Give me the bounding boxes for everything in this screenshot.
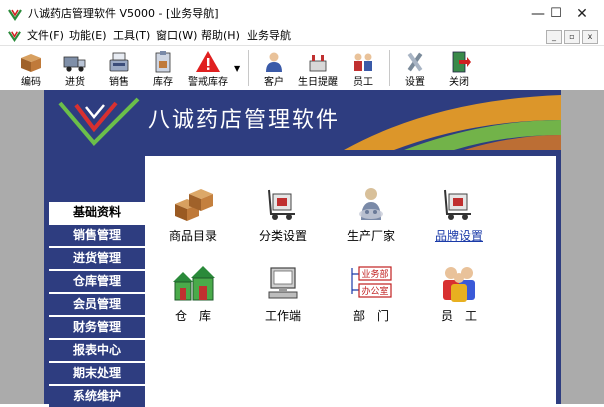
feature-product-catalog[interactable]: 商品目录 bbox=[147, 184, 239, 243]
menu-window[interactable]: 窗口(W) bbox=[156, 28, 197, 43]
warning-icon bbox=[196, 51, 220, 72]
truck-icon bbox=[63, 56, 86, 72]
navigation-panel: 基础资料 销售管理 进货管理 仓库管理 会员管理 财务管理 报表中心 期末处理 … bbox=[44, 150, 561, 407]
mdi-workspace: 八诚药店管理软件 基础资料 销售管理 进货管理 仓库管理 会员管理 财务管理 报… bbox=[0, 90, 604, 407]
clipboard-icon bbox=[155, 51, 171, 73]
app-menu-icon[interactable] bbox=[8, 29, 21, 42]
box-icon bbox=[21, 54, 41, 72]
menu-function[interactable]: 功能(E) bbox=[69, 28, 107, 43]
org-chart-label-business: 业务部 bbox=[361, 268, 388, 280]
computer-icon bbox=[268, 267, 298, 299]
feature-manufacturer[interactable]: 生产厂家 bbox=[325, 184, 417, 243]
org-chart-icon: 业务部 办公室 bbox=[351, 266, 392, 298]
stock-alert-dropdown-icon[interactable]: ▼ bbox=[234, 64, 240, 73]
toolbar-staff-button[interactable]: 员工 bbox=[343, 46, 383, 90]
feature-department[interactable]: 业务部 办公室 部 门 bbox=[325, 264, 417, 323]
feature-staff[interactable]: 员 工 bbox=[413, 264, 505, 323]
feature-warehouse[interactable]: 仓 库 bbox=[147, 264, 239, 323]
birthday-icon bbox=[309, 55, 327, 72]
mdi-restore-button[interactable]: ▫ bbox=[564, 30, 580, 44]
toolbar-stock-button[interactable]: 库存 bbox=[143, 46, 183, 90]
menu-file[interactable]: 文件(F) bbox=[27, 28, 64, 43]
toolbar-encode-button[interactable]: 编码 bbox=[11, 46, 51, 90]
banner-title: 八诚药店管理软件 bbox=[148, 108, 341, 133]
boxes-icon bbox=[175, 189, 213, 221]
exit-door-icon bbox=[452, 51, 471, 73]
mdi-close-button[interactable]: x bbox=[582, 30, 598, 44]
header-banner: 八诚药店管理软件 bbox=[44, 90, 561, 150]
sidebar-item-purchase[interactable]: 进货管理 bbox=[49, 248, 145, 269]
feature-workstation[interactable]: 工作端 bbox=[237, 264, 329, 323]
menu-tools[interactable]: 工具(T) bbox=[113, 28, 150, 43]
mdi-minimize-button[interactable]: _ bbox=[546, 30, 562, 44]
menu-business-nav[interactable]: 业务导航 bbox=[247, 28, 291, 43]
warehouse-icon bbox=[173, 266, 215, 301]
menu-bar: 文件(F) 功能(E) 工具(T) 窗口(W) 帮助(H) 业务导航 _ ▫ x bbox=[0, 28, 604, 44]
feature-category-settings[interactable]: 分类设置 bbox=[237, 184, 329, 243]
mdi-controls: _ ▫ x bbox=[544, 29, 598, 44]
sidebar-item-finance[interactable]: 财务管理 bbox=[49, 317, 145, 338]
toolbar: 编码 进货 销售 库存 警戒库存 ▼ 客户 生日提醒 员工 设置 关闭 bbox=[0, 45, 604, 91]
cashier-icon bbox=[109, 52, 129, 72]
toolbar-separator bbox=[389, 50, 390, 86]
toolbar-purchase-button[interactable]: 进货 bbox=[55, 46, 95, 90]
window-title: 八诚药店管理软件 V5000 - [业务导航] bbox=[28, 7, 219, 20]
toolbar-sales-button[interactable]: 销售 bbox=[99, 46, 139, 90]
banner-logo-icon bbox=[58, 97, 140, 146]
toolbar-separator bbox=[248, 50, 249, 86]
sidebar-item-period-end[interactable]: 期末处理 bbox=[49, 363, 145, 384]
app-logo-icon bbox=[8, 9, 22, 21]
customer-icon bbox=[266, 52, 282, 72]
navigation-panel-inner: 基础资料 销售管理 进货管理 仓库管理 会员管理 财务管理 报表中心 期末处理 … bbox=[49, 156, 556, 407]
sidebar-item-membership[interactable]: 会员管理 bbox=[49, 294, 145, 315]
toolbar-birthday-button[interactable]: 生日提醒 bbox=[298, 46, 338, 90]
feature-brand-settings[interactable]: 品牌设置 bbox=[413, 184, 505, 243]
toolbar-customer-button[interactable]: 客户 bbox=[254, 46, 294, 90]
toolbar-stock-alert-button[interactable]: 警戒库存 bbox=[188, 46, 228, 90]
dolly-icon bbox=[268, 189, 295, 220]
staff-icon bbox=[354, 53, 372, 71]
people-icon bbox=[443, 267, 475, 302]
toolbar-close-button[interactable]: 关闭 bbox=[439, 46, 479, 90]
dolly-icon bbox=[444, 189, 471, 220]
title-bar: 八诚药店管理软件 V5000 - [业务导航] — ☐ ✕ bbox=[0, 0, 604, 28]
feature-grid: 商品目录 分类设置 生产厂家 品牌设置 仓 库 工作端 业务部 办公室 部 门 … bbox=[145, 156, 556, 404]
org-chart-label-office: 办公室 bbox=[361, 285, 388, 297]
menu-help[interactable]: 帮助(H) bbox=[201, 28, 240, 43]
sidebar-item-sales[interactable]: 销售管理 bbox=[49, 225, 145, 246]
sidebar-item-warehouse[interactable]: 仓库管理 bbox=[49, 271, 145, 292]
manufacturer-icon bbox=[359, 188, 383, 220]
close-button[interactable]: ✕ bbox=[560, 0, 604, 28]
sidebar-item-basic-data[interactable]: 基础资料 bbox=[49, 202, 145, 223]
sidebar-header bbox=[49, 156, 145, 202]
sidebar-item-reports[interactable]: 报表中心 bbox=[49, 340, 145, 361]
tools-icon bbox=[407, 52, 423, 72]
toolbar-settings-button[interactable]: 设置 bbox=[395, 46, 435, 90]
